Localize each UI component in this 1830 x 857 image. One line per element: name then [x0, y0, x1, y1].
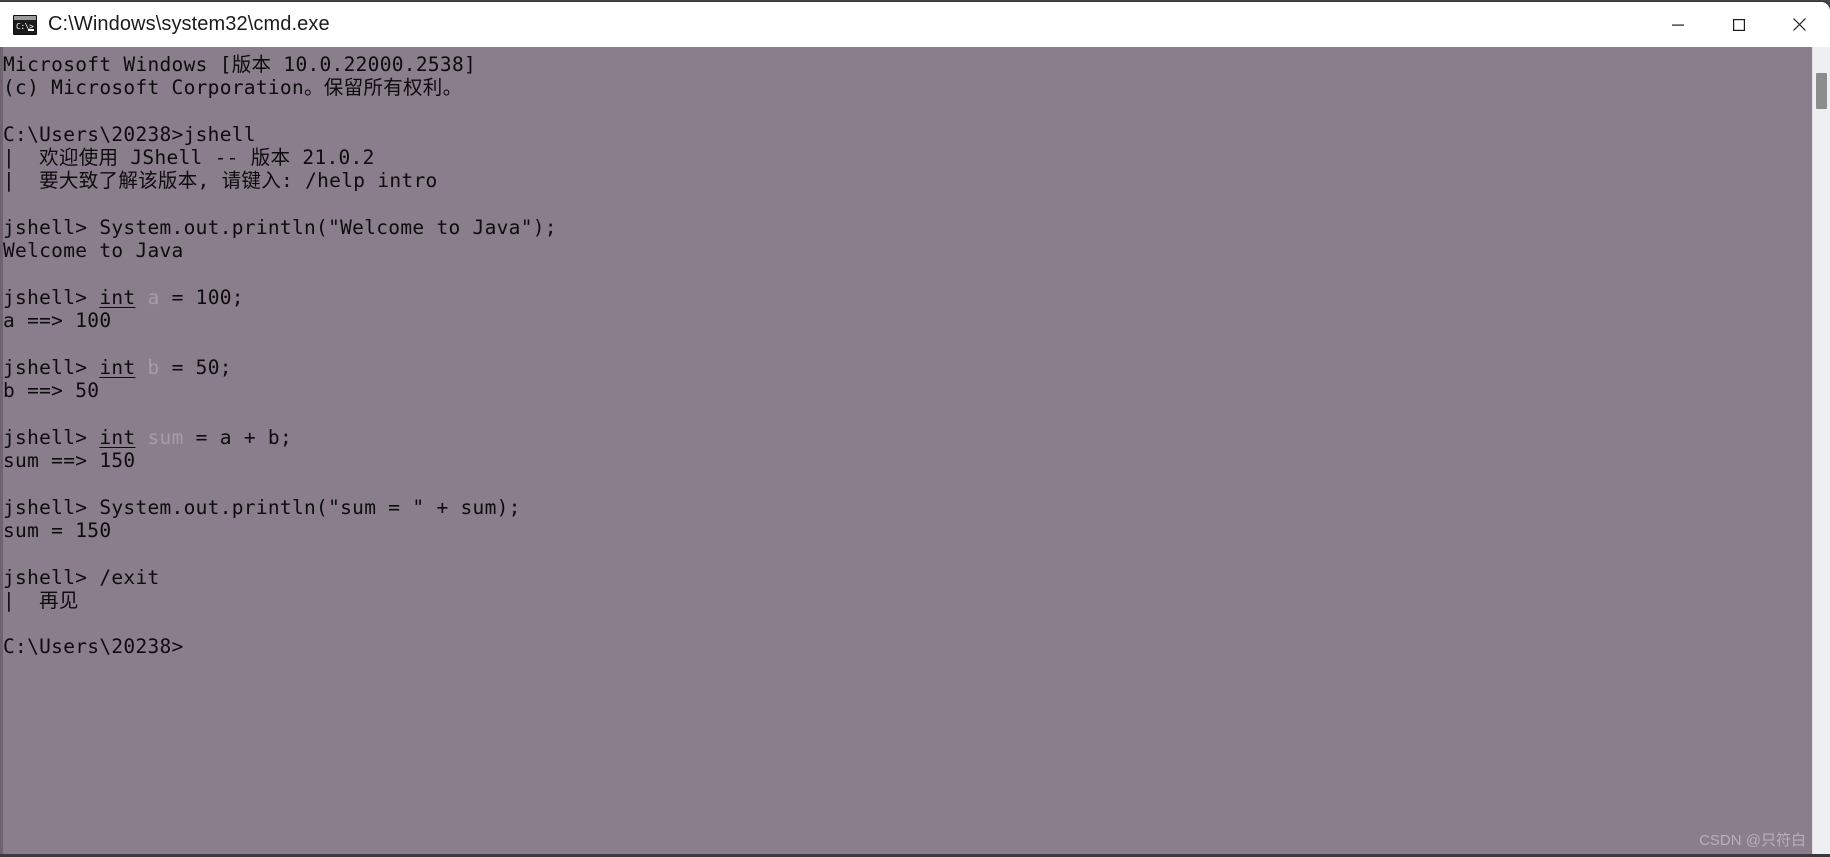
terminal-line: jshell> int b = 50;	[3, 356, 1812, 379]
terminal-area: Microsoft Windows [版本 10.0.22000.2538] (c…	[0, 47, 1830, 857]
terminal-text: = a + b;	[183, 425, 292, 449]
terminal-line: a ==> 100	[3, 309, 1812, 332]
minimize-icon	[1671, 24, 1684, 26]
terminal-line: | 再见	[3, 589, 1812, 612]
terminal-text: Microsoft Windows [版本 10.0.22000.2538]	[3, 53, 477, 76]
window-titlebar[interactable]: C:\> C:\Windows\system32\cmd.exe	[0, 2, 1830, 47]
terminal-variable-hint: sum	[147, 425, 184, 449]
console-output[interactable]: Microsoft Windows [版本 10.0.22000.2538] (c…	[0, 47, 1812, 857]
close-button[interactable]	[1769, 2, 1830, 47]
terminal-line: sum = 150	[3, 519, 1812, 542]
terminal-line: Microsoft Windows [版本 10.0.22000.2538]	[3, 53, 1812, 76]
cmd-window: C:\> C:\Windows\system32\cmd.exe Microso…	[0, 2, 1830, 857]
terminal-keyword: int	[99, 355, 136, 379]
terminal-text: jshell>	[3, 425, 100, 449]
terminal-text: b ==> 50	[3, 379, 100, 403]
terminal-line: jshell> System.out.println("Welcome to J…	[3, 216, 1812, 239]
terminal-variable-hint: a	[147, 285, 160, 309]
csdn-watermark: CSDN @只符白	[1699, 832, 1806, 849]
terminal-text: jshell> /exit	[3, 565, 160, 589]
terminal-text: | 欢迎使用 JShell -- 版本 21.0.2	[3, 146, 375, 170]
cmd-icon-titlebar-stripe	[14, 15, 36, 20]
titlebar-left: C:\> C:\Windows\system32\cmd.exe	[0, 13, 1647, 36]
terminal-text: sum ==> 150	[3, 449, 136, 473]
terminal-line: C:\Users\20238>jshell	[3, 123, 1812, 146]
scrollbar-thumb[interactable]	[1816, 73, 1827, 109]
cmd-icon-cursor	[28, 28, 34, 31]
terminal-line: jshell> /exit	[3, 566, 1812, 589]
terminal-variable-hint: b	[147, 355, 160, 379]
terminal-text: = 100;	[159, 285, 244, 309]
terminal-line: Welcome to Java	[3, 239, 1812, 262]
maximize-button[interactable]	[1708, 2, 1769, 47]
terminal-line: C:\Users\20238>	[3, 635, 1812, 658]
minimize-button[interactable]	[1647, 2, 1708, 47]
terminal-text: (c) Microsoft Corporation。保留所有权利。	[3, 76, 463, 100]
terminal-text: jshell>	[3, 355, 100, 379]
terminal-line: jshell> int sum = a + b;	[3, 426, 1812, 449]
terminal-line: sum ==> 150	[3, 449, 1812, 472]
terminal-text: C:\Users\20238>	[3, 635, 184, 659]
terminal-text: = 50;	[159, 355, 232, 379]
terminal-left-edge	[0, 47, 3, 857]
window-controls	[1647, 2, 1830, 47]
terminal-line: | 欢迎使用 JShell -- 版本 21.0.2	[3, 146, 1812, 169]
maximize-icon	[1732, 18, 1745, 31]
terminal-text: a ==> 100	[3, 309, 112, 333]
screen: C:\> C:\Windows\system32\cmd.exe Microso…	[0, 0, 1830, 857]
terminal-keyword: int	[99, 285, 136, 309]
close-icon	[1793, 18, 1806, 31]
terminal-text: Welcome to Java	[3, 239, 184, 263]
terminal-text: C:\Users\20238>jshell	[3, 122, 256, 146]
terminal-text: jshell> System.out.println("Welcome to J…	[3, 216, 557, 240]
terminal-text: | 再见	[3, 588, 79, 612]
terminal-text: sum = 150	[3, 518, 112, 542]
terminal-scrollbar[interactable]	[1812, 47, 1830, 857]
terminal-line: jshell> int a = 100;	[3, 286, 1812, 309]
terminal-text: jshell>	[3, 285, 100, 309]
window-title: C:\Windows\system32\cmd.exe	[48, 13, 330, 35]
terminal-text: | 要大致了解该版本, 请键入: /help intro	[3, 169, 438, 193]
terminal-keyword: int	[99, 425, 136, 449]
terminal-line: | 要大致了解该版本, 请键入: /help intro	[3, 169, 1812, 192]
cmd-icon: C:\>	[13, 14, 37, 35]
terminal-line: (c) Microsoft Corporation。保留所有权利。	[3, 76, 1812, 99]
terminal-text: jshell> System.out.println("sum = " + su…	[3, 495, 521, 519]
terminal-line: b ==> 50	[3, 379, 1812, 402]
terminal-line: jshell> System.out.println("sum = " + su…	[3, 496, 1812, 519]
